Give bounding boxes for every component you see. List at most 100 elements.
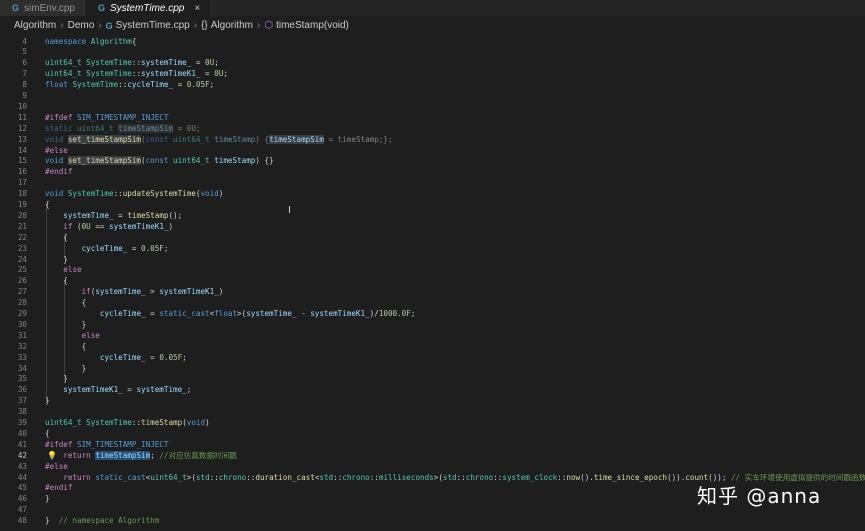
code-token: SystemTime (86, 58, 132, 68)
code-token: ; (214, 58, 219, 68)
code-line[interactable]: 48} // namespace Algorithm (0, 516, 865, 527)
code-token: std (319, 472, 334, 482)
code-line[interactable]: 37} (0, 396, 865, 407)
code-line[interactable]: 17 (0, 178, 865, 189)
tab-systemtime-cpp[interactable]: G SystemTime.cpp × (85, 0, 212, 16)
breadcrumb-folder-algorithm[interactable]: Algorithm (14, 20, 56, 31)
close-tab-icon[interactable]: × (194, 3, 200, 14)
code-token: SystemTime (67, 189, 114, 199)
tab-simenv-cpp[interactable]: GsimEnv.cpp (0, 0, 86, 16)
line-number: 17 (17, 178, 27, 188)
code-line[interactable]: 7 uint64_t SystemTime::systemTimeK1_ = 0U… (0, 69, 865, 80)
code-text: } (45, 319, 87, 331)
breadcrumb-file[interactable]: SystemTime.cpp (116, 20, 190, 31)
cpp-file-icon: G (12, 3, 20, 13)
code-line[interactable]: 15 void set_timeStampSim(const uint64_t t… (0, 156, 865, 167)
code-line[interactable]: 4 namespace Algorithm{ (0, 37, 865, 48)
code-token: } (45, 319, 87, 329)
code-line[interactable]: 10 (0, 102, 865, 113)
code-line[interactable]: 38 (0, 407, 865, 418)
code-token: void (200, 189, 219, 199)
code-token: :: (131, 69, 142, 79)
code-token: timeStamp (127, 210, 169, 220)
line-number: 31 (17, 330, 27, 340)
code-line[interactable]: 23 cycleTime_ = 0.05F; (0, 244, 865, 255)
code-line[interactable]: 26 { (0, 276, 865, 287)
code-line[interactable]: 39 uint64_t SystemTime::timeStamp(void) (0, 418, 865, 429)
line-number: 43 (17, 461, 27, 471)
line-number: 33 (17, 352, 27, 362)
code-line[interactable]: 41 #ifdef SIM_TIMESTAMP_INJECT (0, 440, 865, 451)
code-line[interactable]: 42 return timeStampSim; //对应仿真数据时间戳 💡 (0, 450, 865, 462)
line-number: 25 (17, 265, 27, 275)
code-line[interactable]: 21 if (0U == systemTimeK1_) (0, 222, 865, 233)
code-line[interactable]: 28 { (0, 298, 865, 309)
code-line[interactable]: 33 cycleTime_ = 0.05F; (0, 353, 865, 364)
code-editor[interactable]: 4 namespace Algorithm{5 6 uint64_t SystemTi… (0, 35, 865, 531)
code-token: systemTime_ (136, 385, 187, 395)
code-token: system_clock (502, 472, 558, 482)
code-line[interactable]: 19 { (0, 200, 865, 211)
code-token: uint64_t (173, 156, 215, 166)
code-token: std (195, 472, 210, 482)
code-line[interactable]: 22 { (0, 233, 865, 244)
lightbulb-icon[interactable]: 💡 (47, 451, 57, 462)
code-token: timeStamp (214, 156, 256, 166)
cpp-file-icon: G (105, 20, 113, 31)
code-line[interactable]: 20 systemTime_ = timeStamp(); (0, 211, 865, 222)
code-token: timeStampSim (269, 134, 324, 144)
breadcrumb-folder-demo[interactable]: Demo (68, 20, 95, 31)
code-token: 0.05F (159, 352, 183, 362)
code-line[interactable]: 27 if(systemTime_ > systemTimeK1_) (0, 287, 865, 298)
code-line[interactable]: 8 float SystemTime::cycleTime_ = 0.05F; (0, 80, 865, 91)
line-number: 46 (17, 494, 27, 504)
code-line[interactable]: 9 (0, 91, 865, 102)
code-line[interactable]: 43 #else (0, 462, 865, 473)
code-line[interactable]: 16 #endif (0, 167, 865, 178)
code-token: void (186, 418, 206, 427)
code-token: cycleTime_ (81, 243, 128, 253)
code-token: #else (45, 145, 68, 155)
code-line[interactable]: 31 else (0, 331, 865, 342)
code-line[interactable]: 13 void set_timeStampSim(const uint64_t t… (0, 134, 865, 146)
code-text: cycleTime_ = 0.05F; (45, 243, 169, 255)
code-line[interactable]: 32 { (0, 342, 865, 353)
code-token: } (45, 254, 68, 264)
code-line[interactable]: 6 uint64_t SystemTime::systemTime_ = 0U; (0, 58, 865, 69)
code-text: namespace Algorithm{ (45, 37, 136, 48)
code-token: //对应仿真数据时间戳 (154, 450, 237, 460)
code-line[interactable]: 12 static uint64_t timeStampSim = 0U; (0, 123, 865, 135)
code-line[interactable]: 11 #ifdef SIM_TIMESTAMP_INJECT (0, 113, 865, 124)
breadcrumb-function[interactable]: timeStamp(void) (276, 20, 349, 31)
code-token: set_timeStampSim (67, 134, 142, 144)
code-token: #ifdef (45, 112, 78, 122)
code-token: uint64_t (150, 472, 187, 482)
code-text: } (45, 255, 68, 266)
code-line[interactable]: 40 { (0, 429, 865, 440)
code-token: void (45, 134, 68, 144)
code-token: 0U (205, 58, 215, 68)
code-line[interactable]: 25 else (0, 265, 865, 276)
line-number: 37 (17, 396, 27, 406)
code-token: ()). (667, 472, 686, 482)
code-line[interactable]: 18 void SystemTime::updateSystemTime(void… (0, 189, 865, 200)
code-token: uint64_t (77, 123, 119, 133)
code-line[interactable]: 36 systemTimeK1_ = systemTime_; (0, 385, 865, 396)
code-token: SystemTime (86, 69, 132, 79)
code-line[interactable]: 29 cycleTime_ = static_cast<float>(syste… (0, 309, 865, 320)
code-token: :: (113, 189, 123, 199)
code-token: systemTimeK1_ (63, 385, 123, 395)
code-token: duration_cast (255, 472, 315, 482)
code-token: ; (410, 309, 416, 318)
code-line[interactable]: 24 } (0, 255, 865, 266)
code-line[interactable]: 5 (0, 47, 865, 58)
code-token: = (113, 210, 128, 220)
code-line[interactable]: 30 } (0, 320, 865, 331)
code-line[interactable]: 14 #else (0, 146, 865, 157)
code-line[interactable]: 34 } (0, 364, 865, 375)
code-token: chrono (465, 472, 494, 482)
breadcrumb-separator: › (98, 20, 102, 31)
code-line[interactable]: 35 } (0, 374, 865, 385)
breadcrumb-namespace[interactable]: Algorithm (211, 20, 253, 31)
